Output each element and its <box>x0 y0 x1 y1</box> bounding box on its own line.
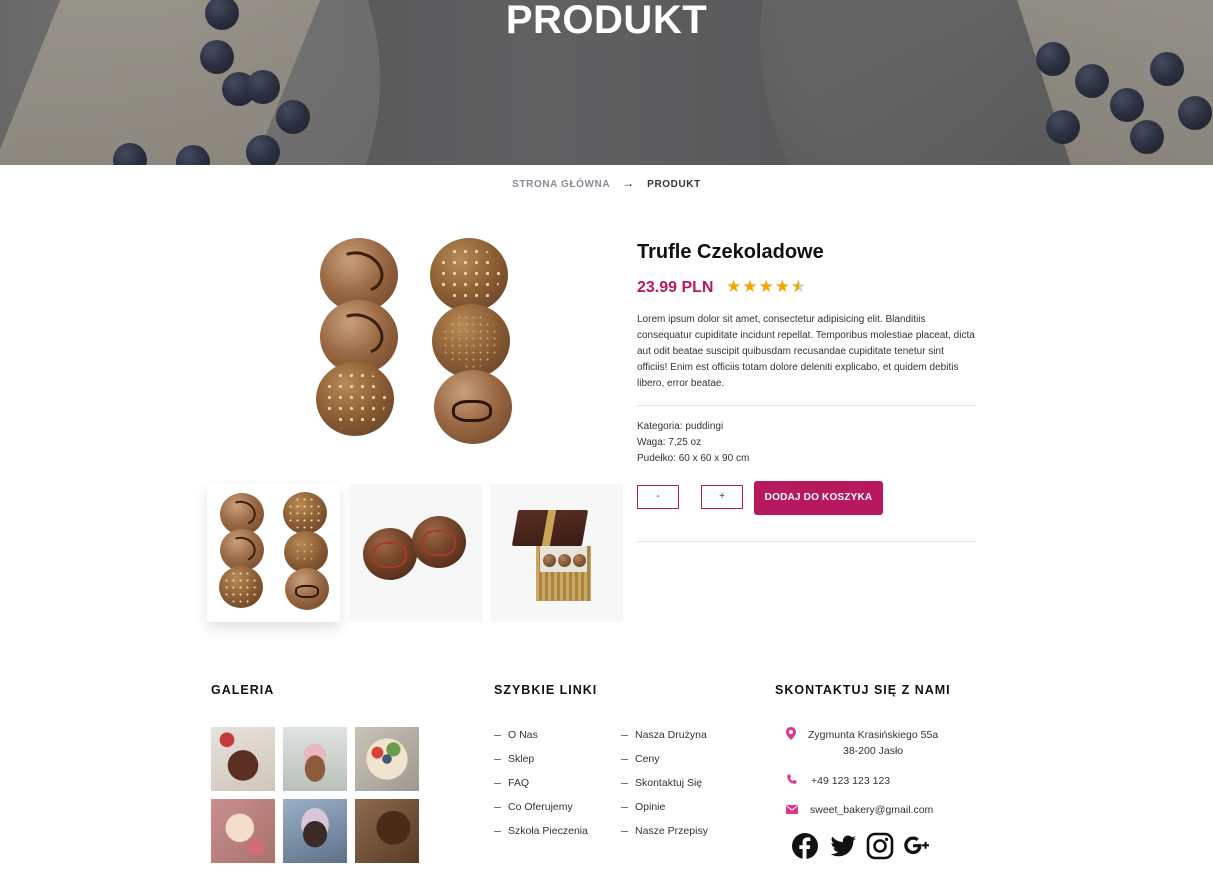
quick-link[interactable]: Co Oferujemy <box>494 801 573 813</box>
quick-link[interactable]: Skontaktuj Się <box>621 777 702 789</box>
product-title: Trufle Czekoladowe <box>637 241 824 263</box>
twitter-icon[interactable] <box>829 832 857 860</box>
quick-link[interactable]: Nasza Drużyna <box>621 729 707 741</box>
phone-icon <box>787 774 797 784</box>
quantity-minus-button[interactable]: - <box>637 485 679 509</box>
truffle-nut <box>430 238 508 312</box>
star-icon: ★ <box>758 277 775 297</box>
truffle-speckled <box>432 304 510 378</box>
star-icon: ★ <box>774 277 791 297</box>
add-to-cart-button[interactable]: DODAJ DO KOSZYKA <box>754 481 883 515</box>
quantity-plus-button[interactable]: + <box>701 485 743 509</box>
quick-link[interactable]: O Nas <box>494 729 538 741</box>
gallery-image[interactable] <box>283 799 347 863</box>
quick-link[interactable]: Nasze Przepisy <box>621 825 708 837</box>
arrow-right-icon: → <box>622 176 635 190</box>
thumbnail-2[interactable] <box>349 484 482 622</box>
instagram-icon[interactable] <box>866 832 894 860</box>
divider <box>637 405 975 406</box>
breadcrumb-home-link[interactable]: STRONA GŁÓWNA <box>512 179 610 190</box>
quick-link[interactable]: Szkoła Pieczenia <box>494 825 588 837</box>
product-weight: Waga: 7,25 oz <box>637 437 702 448</box>
star-half-icon: ★★ <box>791 277 808 297</box>
contact-heading: SKONTAKTUJ SIĘ Z NAMI <box>775 683 951 697</box>
product-category: Kategoria: puddingi <box>637 421 724 432</box>
envelope-icon <box>786 805 798 814</box>
product-description: Lorem ipsum dolor sit amet, consectetur … <box>637 314 975 389</box>
quick-links-heading: SZYBKIE LINKI <box>494 683 598 697</box>
quick-link[interactable]: Sklep <box>494 753 534 765</box>
gallery-image[interactable] <box>283 727 347 791</box>
thumbnail-3[interactable] <box>490 484 623 622</box>
breadcrumb: STRONA GŁÓWNA → PRODUKT <box>0 176 1213 190</box>
star-icon: ★ <box>726 277 743 297</box>
hero-banner: PRODUKT <box>0 0 1213 165</box>
truffle-nut <box>316 362 394 436</box>
contact-address-line1: Zygmunta Krasińskiego 55a <box>808 729 939 741</box>
contact-phone[interactable]: +49 123 123 123 <box>811 775 890 787</box>
quick-link[interactable]: Opinie <box>621 801 665 813</box>
google-plus-icon[interactable] <box>903 832 931 860</box>
contact-email[interactable]: sweet_bakery@gmail.com <box>810 804 933 816</box>
page-title: PRODUKT <box>505 0 708 42</box>
breadcrumb-current: PRODUKT <box>647 179 701 190</box>
gallery-image[interactable] <box>355 799 419 863</box>
quick-link[interactable]: FAQ <box>494 777 529 789</box>
product-main-image <box>296 228 536 458</box>
quick-link[interactable]: Ceny <box>621 753 660 765</box>
contact-address-line2: 38-200 Jasło <box>843 745 904 757</box>
star-icon: ★ <box>742 277 759 297</box>
gallery-image[interactable] <box>355 727 419 791</box>
gallery-image[interactable] <box>211 799 275 863</box>
product-box-size: Pudełko: 60 x 60 x 90 cm <box>637 453 750 464</box>
facebook-icon[interactable] <box>791 832 819 860</box>
map-pin-icon <box>786 727 796 740</box>
product-price: 23.99 PLN <box>637 279 714 296</box>
divider <box>637 541 975 542</box>
thumbnail-1[interactable] <box>207 484 340 622</box>
product-rating: ★★★★★★ <box>726 277 807 297</box>
gallery-image[interactable] <box>211 727 275 791</box>
gallery-heading: GALERIA <box>211 683 275 697</box>
truffle-ring <box>434 370 512 444</box>
